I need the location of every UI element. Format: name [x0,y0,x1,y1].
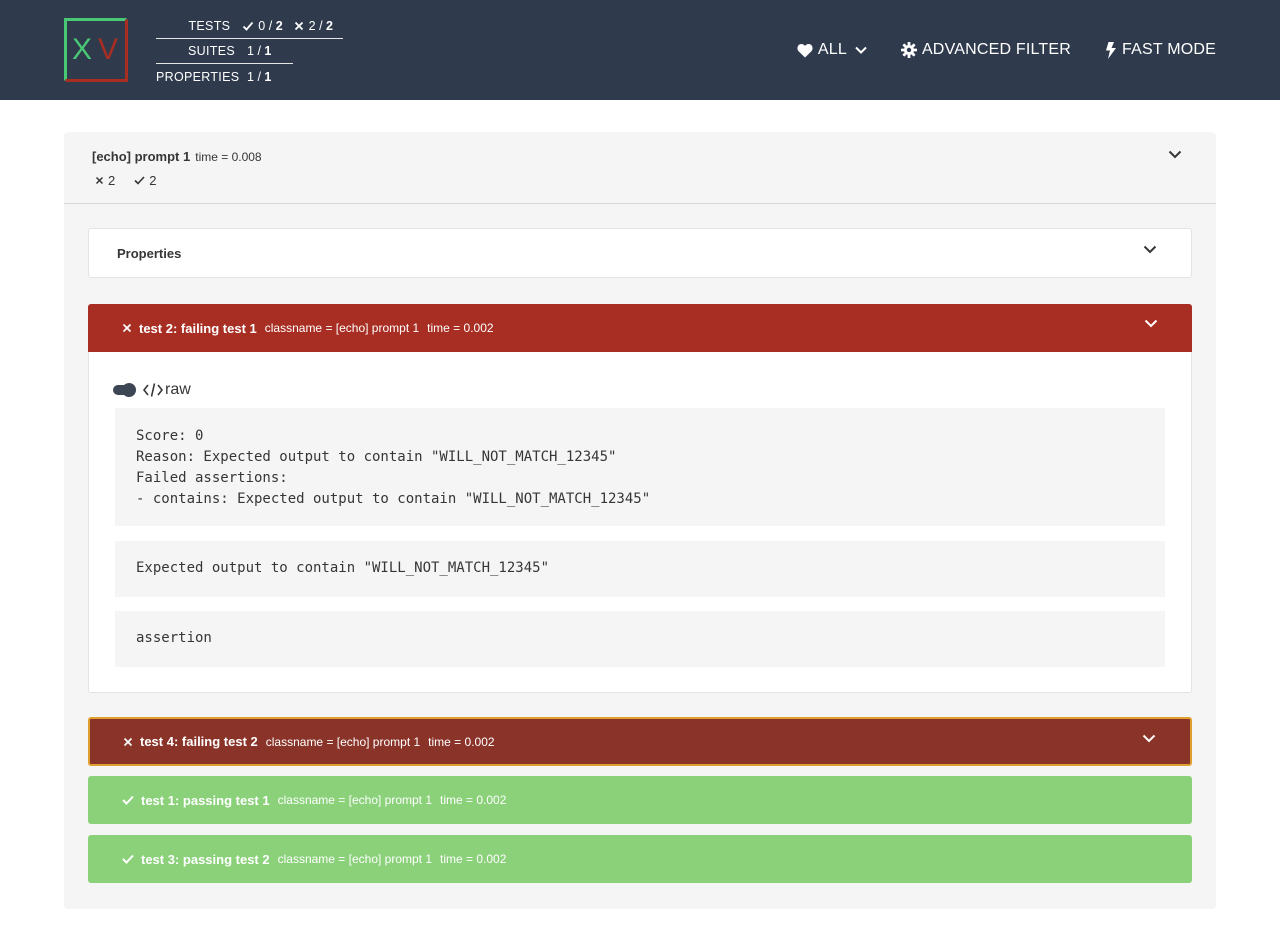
stats-properties-value: 1 / 1 [247,70,271,84]
stats-tests-label: TESTS [188,19,231,33]
logo-text: X V [64,18,128,82]
test-case-classname: classname = [echo] prompt 1 [265,734,421,749]
properties-panel[interactable]: Properties [88,228,1192,278]
cross-icon [123,737,133,746]
chevron-down-icon [855,46,867,54]
test-case-time: time = 0.002 [440,852,507,866]
cross-icon [294,21,303,31]
suite-counts: 2 2 [95,173,175,188]
test-case-meta: classname = [echo] prompt 1 time = 0.002 [278,793,515,807]
test-case-meta: classname = [echo] prompt 1 time = 0.002 [278,852,515,866]
stats-properties-count: 1 [247,69,254,84]
suite-passed-count: 2 [134,173,156,188]
stats-tests-passed: 0 / 2 [242,19,283,33]
raw-label: raw [165,381,191,398]
code-icon [143,383,163,397]
stats-tests-failed-count: 2 [308,19,316,33]
failure-message-block: Expected output to contain "WILL_NOT_MAT… [115,541,1165,597]
test-case-name: test 3: passing test 2 [141,851,270,867]
test-case-meta: classname = [echo] prompt 1 time = 0.002 [266,735,503,749]
bolt-icon [1106,41,1117,59]
test-case-classname: classname = [echo] prompt 1 [277,793,433,807]
fast-mode-label: FAST MODE [1122,41,1216,58]
navbar: X V TESTS 0 / 2 2 / 2 SUITES 1 / 1 PROPE… [0,0,1280,100]
test-case-time: time = 0.002 [427,321,494,335]
stats-tests-passed-count: 0 [258,19,266,33]
summary-stats: TESTS 0 / 2 2 / 2 SUITES 1 / 1 PROPERTIE… [156,14,343,89]
check-icon [122,854,134,864]
stats-suites-count: 1 [247,44,254,58]
logo[interactable]: X V [64,18,128,82]
stats-tests-row: TESTS 0 / 2 2 / 2 [156,14,343,39]
test-case-classname: classname = [echo] prompt 1 [264,321,420,335]
stats-suites-value: 1 / 1 [247,44,271,58]
test-case-header[interactable]: test 2: failing test 1 classname = [echo… [88,304,1192,352]
chevron-down-icon[interactable] [1168,150,1182,159]
stats-suites-label: SUITES [188,44,235,58]
stats-properties-row: PROPERTIES 1 / 1 [156,64,343,89]
check-icon [134,176,145,185]
heart-icon [797,43,813,57]
test-case-meta: classname = [echo] prompt 1 time = 0.002 [265,321,502,335]
test-case-name: test 4: failing test 2 [140,734,258,749]
suite-failed-count-value: 2 [108,173,116,188]
stats-sep: / [319,19,323,33]
stats-suites-total: 1 [264,44,272,58]
stats-sep: / [257,44,261,58]
cross-icon [95,176,104,185]
filter-dropdown[interactable]: ALL [797,41,867,59]
raw-switch[interactable] [113,383,136,397]
stats-sep: / [257,69,261,84]
suite-title: [echo] prompt 1 time = 0.008 [92,149,262,164]
test-case-header[interactable]: test 3: passing test 2 classname = [echo… [88,835,1192,883]
advanced-filter-label: ADVANCED FILTER [921,41,1072,58]
check-icon [122,795,134,805]
chevron-down-icon[interactable] [1143,245,1157,254]
raw-toggle[interactable]: raw [113,381,191,399]
suite-passed-count-value: 2 [149,173,157,188]
gear-icon [900,42,917,58]
test-case-failed-expanded: test 2: failing test 1 classname = [echo… [88,304,1192,693]
test-output-block: Score: 0 Reason: Expected output to cont… [115,408,1165,526]
failure-type-block: assertion [115,611,1165,667]
filter-dropdown-label: ALL [817,41,847,58]
logo-letter-x: X [71,33,94,66]
advanced-filter-button[interactable]: ADVANCED FILTER [900,41,1072,59]
suite-header[interactable]: [echo] prompt 1 time = 0.008 2 2 [64,132,1216,204]
check-icon [243,21,254,31]
test-suite-panel: [echo] prompt 1 time = 0.008 2 2 Properti… [64,132,1216,909]
cross-icon [122,323,132,333]
stats-suites-row: SUITES 1 / 1 [156,39,293,64]
fast-mode-button[interactable]: FAST MODE [1105,41,1216,59]
test-case-name: test 1: passing test 1 [141,792,270,808]
chevron-down-icon[interactable] [1142,734,1156,743]
stats-sep: / [268,19,273,33]
suite-name: [echo] prompt 1 [92,149,191,164]
test-case-time: time = 0.002 [428,734,495,749]
chevron-down-icon[interactable] [1144,319,1158,328]
stats-properties-total: 1 [264,69,272,84]
test-case-header[interactable]: test 1: passing test 1 classname = [echo… [88,776,1192,824]
stats-tests-passed-total: 2 [275,19,283,33]
logo-letter-v: V [98,33,121,66]
stats-tests-value: 0 / 2 2 / 2 [242,19,343,33]
test-case-passed[interactable]: test 1: passing test 1 classname = [echo… [88,776,1192,824]
nav-actions: ALL ADVANCED FILTER FAST MODE [763,0,1216,100]
suite-failed-count: 2 [95,173,115,188]
stats-properties-label: PROPERTIES [156,69,240,84]
test-case-time: time = 0.002 [440,793,507,807]
properties-label: Properties [117,246,182,261]
test-case-header[interactable]: test 4: failing test 2 classname = [echo… [90,719,1190,764]
test-case-passed[interactable]: test 3: passing test 2 classname = [echo… [88,835,1192,883]
test-case-name: test 2: failing test 1 [139,320,257,336]
stats-tests-failed: 2 / 2 [293,19,333,33]
stats-tests-failed-total: 2 [326,19,333,33]
suite-time: time = 0.008 [195,150,262,164]
test-case-failed[interactable]: test 4: failing test 2 classname = [echo… [88,717,1192,766]
test-case-classname: classname = [echo] prompt 1 [277,852,433,866]
